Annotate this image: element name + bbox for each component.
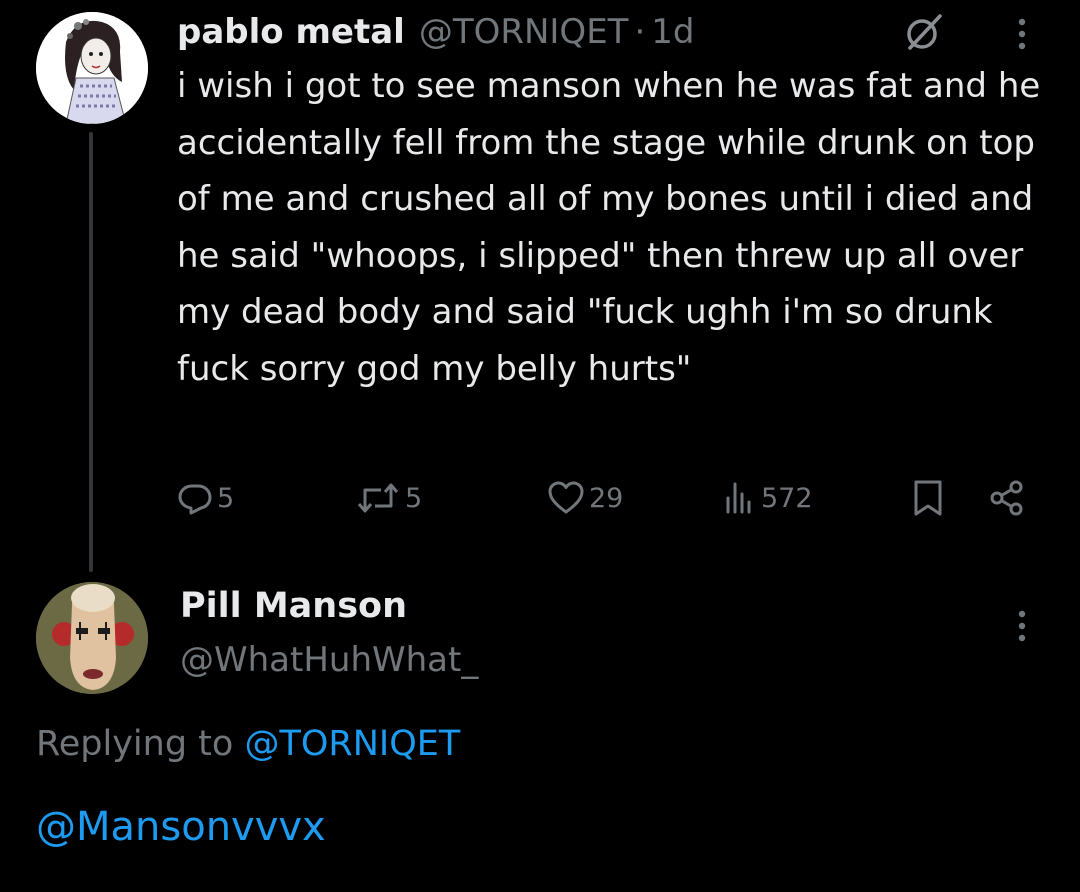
tweet-timestamp[interactable]: 1d <box>651 12 694 52</box>
author-name[interactable]: pablo metal <box>177 12 405 52</box>
grok-icon[interactable] <box>904 12 944 52</box>
bookmark-button[interactable] <box>910 470 946 526</box>
repost-button[interactable]: 5 <box>355 470 422 526</box>
reply-button[interactable]: 5 <box>177 470 234 526</box>
retweet-icon <box>357 483 399 513</box>
tweet-header: pablo metal @TORNIQET · 1d <box>177 5 694 59</box>
reply-count: 5 <box>217 482 235 514</box>
more-options-icon[interactable] <box>1014 14 1030 54</box>
share-icon <box>990 480 1023 516</box>
view-count: 572 <box>761 482 813 514</box>
like-count: 29 <box>589 482 624 514</box>
conversation-view: pablo metal @TORNIQET · 1d i wish i got … <box>0 0 1080 892</box>
avatar-image <box>36 582 148 694</box>
thread-connector-line <box>89 132 93 572</box>
tweet-actions-bar: 5 5 29 572 <box>177 470 1037 526</box>
avatar-image <box>36 12 148 124</box>
repost-count: 5 <box>405 482 423 514</box>
replying-to-label: Replying to <box>36 724 234 764</box>
views-icon <box>726 482 751 514</box>
more-options-icon[interactable] <box>1014 606 1030 646</box>
views-button[interactable]: 572 <box>721 470 813 526</box>
separator-dot: · <box>634 12 646 52</box>
author-handle[interactable]: @TORNIQET <box>419 12 629 52</box>
reply-icon <box>178 484 212 515</box>
author-handle[interactable]: @WhatHuhWhat_ <box>180 640 478 680</box>
like-button[interactable]: 29 <box>547 470 623 526</box>
replying-to-mention[interactable]: @TORNIQET <box>244 724 460 764</box>
share-button[interactable] <box>987 470 1027 526</box>
heart-icon <box>548 481 584 514</box>
bookmark-icon <box>914 480 942 516</box>
replying-to-line: Replying to @TORNIQET <box>36 724 460 764</box>
avatar[interactable] <box>36 582 148 694</box>
tweet-text: i wish i got to see manson when he was f… <box>177 66 1041 389</box>
author-name[interactable]: Pill Manson <box>180 586 407 626</box>
tweet-text-mention[interactable]: @Mansonvvvx <box>36 804 326 850</box>
avatar[interactable] <box>36 12 148 124</box>
